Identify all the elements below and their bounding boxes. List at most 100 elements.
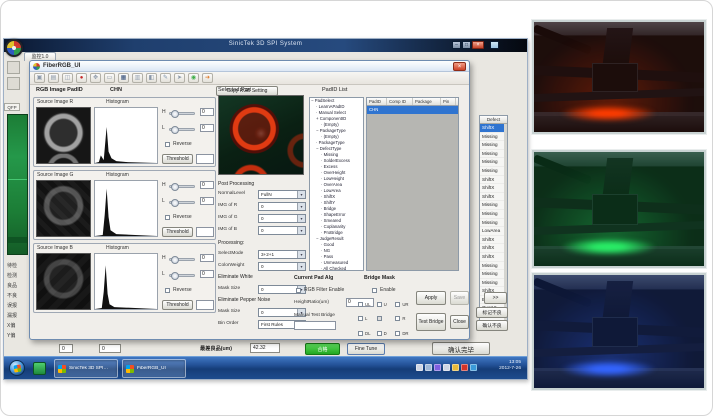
dialog-close-button[interactable]: ×	[453, 62, 466, 71]
pencil-icon[interactable]: ✎	[160, 73, 171, 83]
close-button[interactable]: ×	[472, 41, 484, 49]
bridge-cell-d[interactable]: D	[377, 326, 396, 341]
sidebar-qfp-tab[interactable]: QFP	[4, 103, 20, 111]
taskbar-app-0[interactable]: SinicTek 3D SPI…	[54, 359, 118, 378]
l-value-field[interactable]: 0	[200, 197, 214, 205]
alert-icon[interactable]	[461, 364, 468, 371]
defect-row[interactable]: Missing	[480, 210, 507, 219]
fine-tune-button[interactable]: Fine Tune	[347, 343, 385, 355]
defect-row[interactable]: Missing	[480, 219, 507, 228]
h-slider[interactable]	[169, 185, 195, 188]
hidden-icons-arrow[interactable]	[416, 364, 423, 371]
defect-row[interactable]: ShiftX	[480, 124, 507, 133]
bridge-cell-u[interactable]: U	[377, 297, 396, 312]
pass-button[interactable]: 合格	[305, 343, 340, 355]
volume-icon[interactable]	[443, 364, 450, 371]
bridge-checkbox[interactable]	[395, 302, 400, 307]
l-value-field[interactable]: 0	[200, 270, 214, 278]
h-slider[interactable]	[169, 112, 195, 115]
bridge-checkbox[interactable]	[395, 316, 400, 321]
defect-row[interactable]: ShiftX	[480, 253, 507, 262]
reverse-checkbox[interactable]	[165, 215, 170, 220]
close-dialog-button[interactable]: Close	[450, 315, 469, 329]
bridge-cell-l[interactable]: L	[358, 312, 377, 327]
defect-row[interactable]: ShiftX	[480, 236, 507, 245]
measure-icon[interactable]: ▭	[104, 73, 115, 83]
h-value-field[interactable]: 0	[200, 181, 214, 189]
bridge-checkbox[interactable]	[395, 331, 400, 336]
apply-button[interactable]: Apply	[416, 291, 446, 305]
confirm-complete-button[interactable]: 确认完毕	[432, 342, 490, 355]
threshold-value-field[interactable]	[196, 154, 214, 164]
h-slider[interactable]	[169, 258, 195, 261]
mark-defect-button[interactable]: 标记不良	[476, 307, 508, 318]
status-field-2[interactable]: 0	[99, 344, 121, 353]
defect-row[interactable]: ShiftX	[480, 176, 507, 185]
record-icon[interactable]: ●	[76, 73, 87, 83]
taskbar-app-1[interactable]: FiberRGB_UI	[122, 359, 186, 378]
save-icon[interactable]: ▤	[48, 73, 59, 83]
layers-icon[interactable]: ▥	[132, 73, 143, 83]
threshold-button[interactable]: Threshold	[162, 154, 193, 164]
threshold-value-field[interactable]	[196, 300, 214, 310]
defect-row[interactable]: Missing	[480, 133, 507, 142]
defect-row[interactable]: ShiftX	[480, 244, 507, 253]
img-of-g-select[interactable]: 0	[258, 214, 306, 223]
selectmode-select[interactable]: 3+2+1	[258, 250, 306, 259]
antivirus-icon[interactable]	[452, 364, 459, 371]
sidebar-tool-2[interactable]	[7, 77, 20, 90]
defect-row[interactable]: Missing	[480, 141, 507, 150]
zoom-icon[interactable]: ◫	[62, 73, 73, 83]
threshold-button[interactable]: Threshold	[162, 227, 193, 237]
reverse-checkbox[interactable]	[165, 288, 170, 293]
cursor-icon[interactable]: ➤	[174, 73, 185, 83]
maximize-button[interactable]: □	[462, 41, 471, 49]
reverse-checkbox[interactable]	[165, 142, 170, 147]
defect-row[interactable]: Missing	[480, 270, 507, 279]
defect-row[interactable]: Missing	[480, 262, 507, 271]
defect-row[interactable]: Missing	[480, 150, 507, 159]
network-icon[interactable]	[470, 364, 477, 371]
expand-button[interactable]: >>	[484, 292, 507, 304]
l-value-field[interactable]: 0	[200, 124, 214, 132]
defect-row[interactable]: Missing	[480, 167, 507, 176]
test-bridge-button[interactable]: Test Bridge	[416, 313, 446, 331]
bridge-enable-checkbox[interactable]	[372, 288, 377, 293]
rgb-filter-checkbox[interactable]	[296, 288, 301, 293]
threshold-value-field[interactable]	[196, 227, 214, 237]
l-slider[interactable]	[169, 201, 195, 204]
usb-icon[interactable]	[425, 364, 432, 371]
save-button[interactable]: Save	[450, 291, 469, 305]
defect-row[interactable]: LowArea	[480, 227, 507, 236]
h-value-field[interactable]: 0	[200, 254, 214, 262]
help-icon[interactable]: ➜	[202, 73, 213, 83]
sidebar-tool-1[interactable]	[7, 61, 20, 74]
tree-item[interactable]: · All Checked	[310, 266, 363, 271]
defect-row[interactable]: Missing	[480, 201, 507, 210]
l-slider[interactable]	[169, 274, 195, 277]
start-button[interactable]	[9, 360, 25, 376]
rgb-icon[interactable]: ◉	[188, 73, 199, 83]
minimize-button[interactable]: –	[452, 41, 461, 49]
confirm-defect-button[interactable]: 确认不良	[476, 320, 508, 331]
img-of-b-select[interactable]: 0	[258, 226, 306, 235]
normallevel-select[interactable]: FullN	[258, 190, 306, 199]
bridge-cell-r[interactable]: R	[395, 312, 414, 327]
status-field-1[interactable]: 0	[59, 344, 73, 353]
l-slider[interactable]	[169, 128, 195, 131]
move-icon[interactable]: ✥	[90, 73, 101, 83]
desktop-shortcut-icon[interactable]	[33, 362, 46, 375]
bridge-checkbox[interactable]	[377, 331, 382, 336]
grid-icon[interactable]: ▦	[118, 73, 129, 83]
h-value-field[interactable]: 0	[200, 108, 214, 116]
open-icon[interactable]: ▣	[34, 73, 45, 83]
defect-row[interactable]: ShiftX	[480, 184, 507, 193]
img-of-r-select[interactable]: 0	[258, 202, 306, 211]
ime-icon[interactable]	[434, 364, 441, 371]
defect-row[interactable]: ShiftX	[480, 193, 507, 202]
defect-list-header[interactable]: Defect	[480, 116, 507, 124]
bridge-checkbox[interactable]	[358, 331, 363, 336]
defect-row[interactable]: Missing	[480, 279, 507, 288]
colorweight-select[interactable]: 0	[258, 262, 306, 271]
manual-test-bridge-field[interactable]	[294, 321, 336, 330]
